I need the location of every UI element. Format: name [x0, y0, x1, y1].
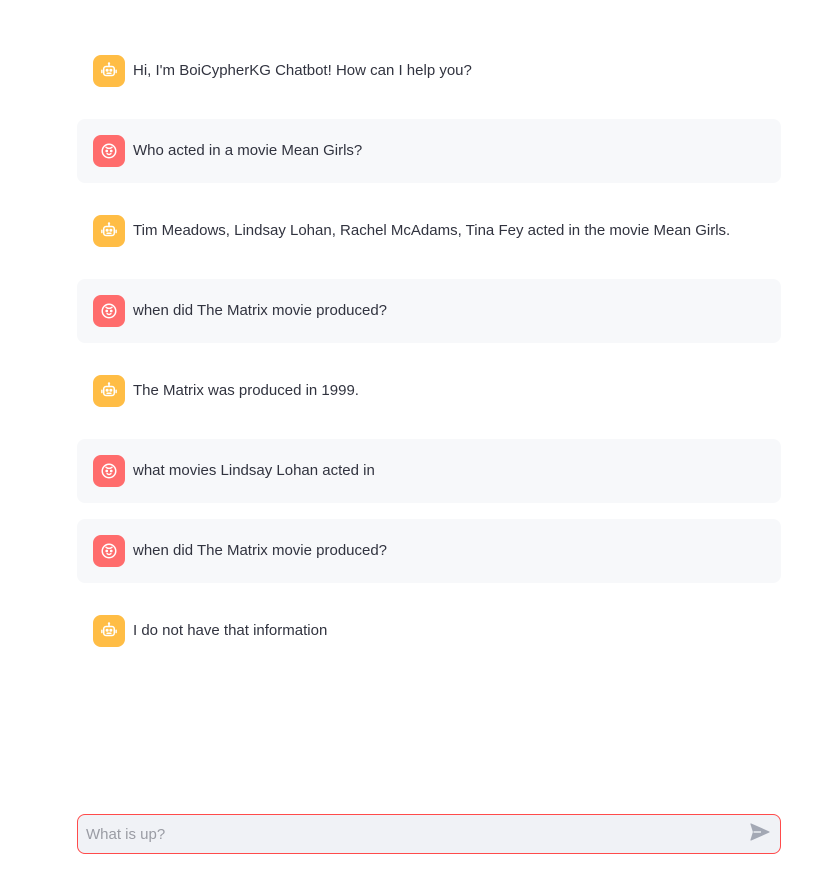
send-icon	[750, 822, 770, 846]
chat-input[interactable]	[78, 815, 740, 853]
chat-message-assistant: Hi, I'm BoiCypherKG Chatbot! How can I h…	[77, 39, 781, 103]
send-button[interactable]	[740, 815, 780, 853]
chat-message-assistant: The Matrix was produced in 1999.	[77, 359, 781, 423]
chat-message-user: what movies Lindsay Lohan acted in	[77, 439, 781, 503]
face-icon	[93, 295, 125, 327]
chat-message-assistant: Tim Meadows, Lindsay Lohan, Rachel McAda…	[77, 199, 781, 263]
face-icon	[93, 135, 125, 167]
message-text: I do not have that information	[133, 622, 328, 639]
chat-input-container	[77, 814, 781, 854]
message-text: when did The Matrix movie produced?	[133, 542, 388, 559]
message-text: what movies Lindsay Lohan acted in	[133, 462, 375, 479]
message-list: Hi, I'm BoiCypherKG Chatbot! How can I h…	[77, 39, 781, 679]
robot-icon	[93, 55, 125, 87]
face-icon	[93, 535, 125, 567]
robot-icon	[93, 375, 125, 407]
face-icon	[93, 455, 125, 487]
chat-app: Hi, I'm BoiCypherKG Chatbot! How can I h…	[0, 0, 829, 872]
message-text: Hi, I'm BoiCypherKG Chatbot! How can I h…	[133, 62, 472, 79]
message-text: when did The Matrix movie produced?	[133, 302, 388, 319]
chat-message-user: Who acted in a movie Mean Girls?	[77, 119, 781, 183]
chat-message-user: when did The Matrix movie produced?	[77, 519, 781, 583]
chat-message-user: when did The Matrix movie produced?	[77, 279, 781, 343]
robot-icon	[93, 615, 125, 647]
message-text: Who acted in a movie Mean Girls?	[133, 142, 363, 159]
message-text: Tim Meadows, Lindsay Lohan, Rachel McAda…	[133, 222, 731, 239]
message-text: The Matrix was produced in 1999.	[133, 382, 359, 399]
robot-icon	[93, 215, 125, 247]
chat-message-assistant: I do not have that information	[77, 599, 781, 663]
